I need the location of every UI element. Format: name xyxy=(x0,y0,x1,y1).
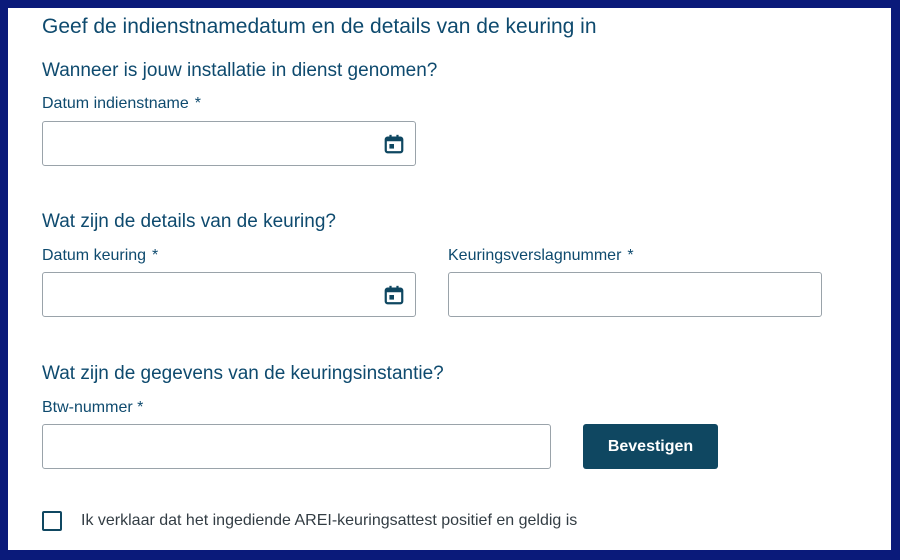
vat-number-field[interactable] xyxy=(42,424,551,469)
inspection-date-input[interactable] xyxy=(43,273,415,316)
report-number-label-text: Keuringsverslagnummer xyxy=(448,247,622,264)
inspection-date-label: Datum keuring * xyxy=(42,247,158,265)
page-title: Geef de indienstnamedatum en de details … xyxy=(42,15,597,38)
commissioning-date-input[interactable] xyxy=(43,122,415,165)
required-marker: * xyxy=(152,247,159,264)
inspection-date-label-text: Datum keuring xyxy=(42,247,147,264)
agency-section-title: Wat zijn de gegevens van de keuringsinst… xyxy=(42,363,444,384)
report-number-field[interactable] xyxy=(448,272,822,317)
commissioning-date-label: Datum indienstname * xyxy=(42,95,201,113)
confirm-button[interactable]: Bevestigen xyxy=(583,424,718,469)
declaration-checkbox[interactable] xyxy=(42,511,62,531)
form-panel: Geef de indienstnamedatum en de details … xyxy=(8,8,891,550)
required-marker: * xyxy=(194,95,201,112)
commissioning-date-field[interactable] xyxy=(42,121,416,166)
vat-number-label: Btw-nummer * xyxy=(42,399,144,416)
commissioning-date-label-text: Datum indienstname xyxy=(42,95,189,112)
inspection-section-title: Wat zijn de details van de keuring? xyxy=(42,211,336,232)
report-number-input[interactable] xyxy=(449,273,821,316)
report-number-label: Keuringsverslagnummer * xyxy=(448,247,634,265)
required-marker: * xyxy=(627,247,634,264)
inspection-date-field[interactable] xyxy=(42,272,416,317)
calendar-icon[interactable] xyxy=(383,284,405,306)
calendar-icon[interactable] xyxy=(383,133,405,155)
declaration-label[interactable]: Ik verklaar dat het ingediende AREI-keur… xyxy=(81,512,577,530)
vat-number-input[interactable] xyxy=(43,425,550,468)
installation-section-title: Wanneer is jouw installatie in dienst ge… xyxy=(42,60,438,81)
